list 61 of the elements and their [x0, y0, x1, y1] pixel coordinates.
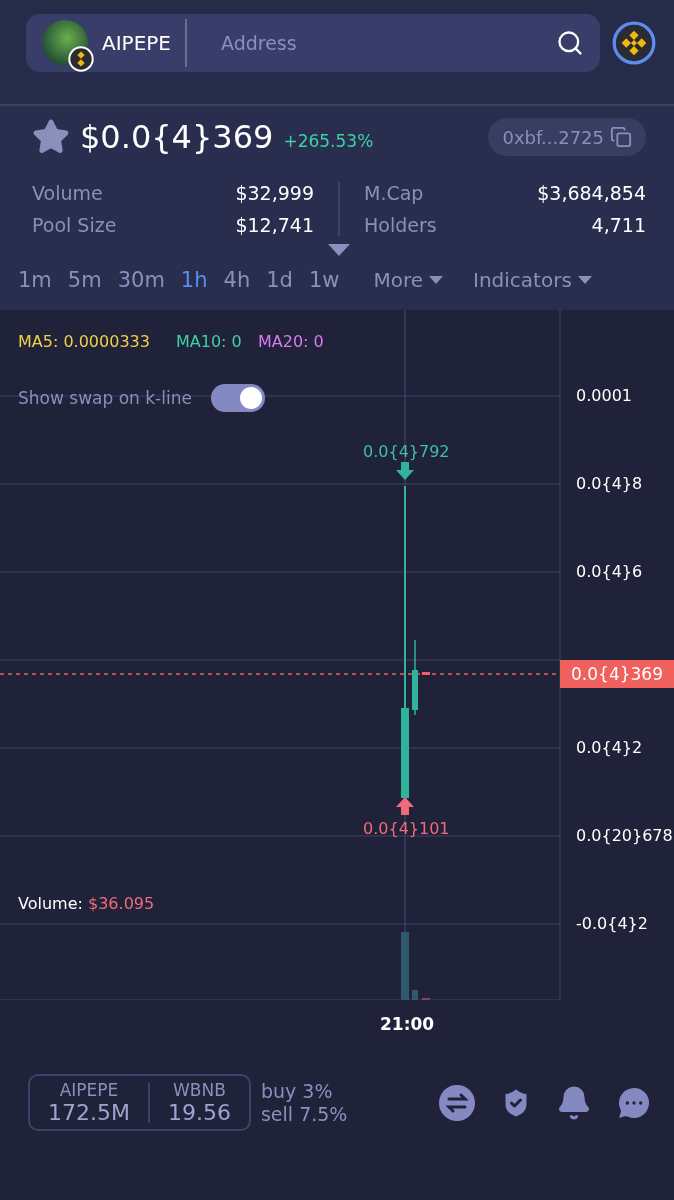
- interval-tab[interactable]: 30m: [109, 264, 173, 296]
- star-icon[interactable]: [32, 118, 70, 156]
- stat-label: Holders: [364, 214, 437, 236]
- stat-value: $3,684,854: [536, 182, 646, 204]
- y-axis-label: -0.0{4}2: [576, 914, 648, 933]
- alerts-button[interactable]: [556, 1084, 592, 1121]
- interval-tab[interactable]: 1w: [300, 264, 348, 296]
- stat-value: $12,741: [234, 214, 314, 236]
- dropdown-menu[interactable]: More: [369, 264, 448, 296]
- token-price: $0.0{4}369: [80, 118, 274, 156]
- pair-amount: 172.5M: [48, 1100, 130, 1125]
- current-price-tag: 0.0{4}369: [560, 660, 674, 688]
- swap-icon: [438, 1083, 476, 1122]
- stat-label: M.Cap: [364, 182, 425, 204]
- pair-amount: 19.56: [167, 1100, 231, 1125]
- interval-tab[interactable]: 4h: [215, 264, 259, 296]
- expand-arrow-icon[interactable]: [328, 244, 350, 256]
- caret-icon: [429, 276, 444, 284]
- caret-icon: [577, 276, 592, 284]
- dropdown-menu[interactable]: Indicators: [469, 264, 596, 296]
- token-name: AIPEPE: [102, 31, 171, 55]
- tax-rate: buy 3%: [260, 1079, 334, 1103]
- interval-tab[interactable]: 1m: [10, 264, 60, 296]
- y-axis-label: 0.0{4}2: [576, 738, 643, 757]
- volume-bar: [412, 990, 418, 1000]
- moving-average-value: MA20: 0: [258, 332, 324, 351]
- low-price-label: 0.0{4}101: [363, 819, 450, 838]
- stat-value: $32,999: [234, 182, 314, 204]
- pair-symbol: AIPEPE: [59, 1080, 119, 1100]
- y-axis-label: 0.0001: [576, 386, 632, 405]
- stat-label: Volume: [32, 182, 104, 204]
- swap-button[interactable]: [438, 1083, 476, 1122]
- interval-tab[interactable]: 1h: [172, 264, 216, 296]
- pair-symbol: WBNB: [173, 1080, 226, 1100]
- swap-toggle[interactable]: [211, 384, 265, 412]
- bell-icon: [556, 1084, 592, 1121]
- contract-address-button[interactable]: 0xbf...2725: [488, 118, 646, 156]
- stat-label: Pool Size: [32, 214, 117, 236]
- coin-icon: [612, 21, 656, 65]
- y-axis-label: 0.0{20}678: [576, 826, 673, 845]
- low-marker-icon: [396, 797, 414, 815]
- search-icon[interactable]: [556, 29, 584, 57]
- y-axis-label: 0.0{4}6: [576, 562, 643, 581]
- volume-readout: Volume: $36.095: [18, 894, 155, 913]
- price-change: +265.53%: [283, 131, 374, 151]
- moving-average-value: MA10: 0: [176, 332, 242, 351]
- tax-rate: sell 7.5%: [260, 1102, 348, 1126]
- high-marker-icon: [396, 462, 414, 480]
- stat-value: 4,711: [590, 214, 646, 236]
- volume-bar: [401, 932, 409, 1000]
- high-price-label: 0.0{4}792: [363, 442, 450, 461]
- time-axis-label: 21:00: [380, 1014, 435, 1034]
- interval-tab[interactable]: 1d: [258, 264, 301, 296]
- interval-tab[interactable]: 5m: [59, 264, 110, 296]
- moving-average-value: MA5: 0.0000333: [18, 332, 150, 351]
- address-input[interactable]: Address: [201, 31, 542, 55]
- candle: [422, 672, 430, 675]
- chain-badge-icon: [68, 46, 94, 72]
- toggle-label: Show swap on k-line: [18, 388, 192, 408]
- copy-icon: [610, 126, 632, 148]
- y-axis-label: 0.0{4}8: [576, 474, 643, 493]
